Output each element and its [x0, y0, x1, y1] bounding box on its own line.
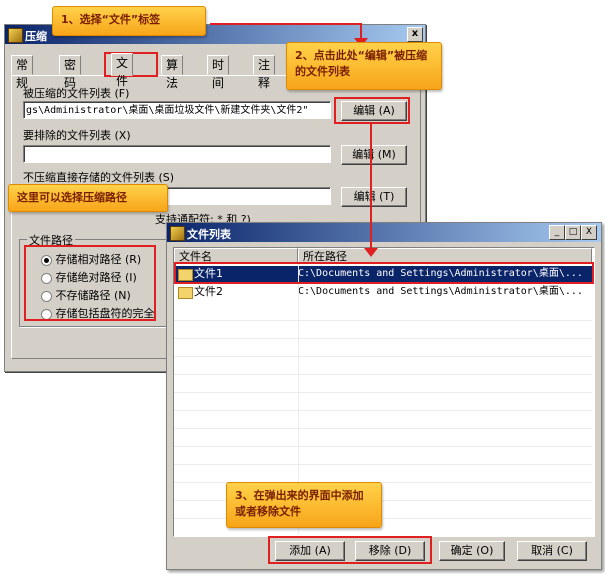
file-path: C:\Documents and Settings\Administrator\…	[298, 286, 583, 297]
grid-line	[174, 428, 592, 429]
grid-line	[174, 410, 592, 411]
callout-step1: 1、选择“文件”标签	[52, 6, 206, 36]
ok-button[interactable]: 确定 (O)	[439, 541, 505, 561]
close-button[interactable]: X	[581, 225, 597, 240]
grid-line	[174, 320, 592, 321]
minimize-icon: _	[554, 227, 560, 237]
edit-store-button[interactable]: 编辑 (T)	[341, 187, 407, 207]
highlight-selected-row	[174, 262, 594, 284]
connector-line	[370, 124, 372, 252]
tab-general[interactable]: 常规	[11, 55, 34, 90]
app-icon	[8, 28, 23, 43]
tab-password[interactable]: 密码	[59, 55, 82, 90]
store-list-label: 不压缩直接存储的文件列表 (S)	[23, 171, 175, 184]
highlight-add-remove	[268, 536, 432, 564]
exclude-list-label: 要排除的文件列表 (X)	[23, 129, 131, 142]
callout-path-tip: 这里可以选择压缩路径	[8, 184, 168, 212]
connector-line	[210, 23, 362, 25]
tab-algorithm[interactable]: 算法	[161, 55, 184, 90]
compressed-list-label: 被压缩的文件列表 (F)	[23, 87, 130, 100]
cancel-button[interactable]: 取消 (C)	[517, 541, 587, 561]
compressed-list-field[interactable]: gs\Administrator\桌面\桌面垃圾文件\新建文件夹\文件2"	[23, 101, 331, 119]
highlight-path-options	[24, 245, 156, 321]
callout-step3: 3、在弹出来的界面中添加或者移除文件	[226, 482, 382, 528]
edit-exclude-button[interactable]: 编辑 (M)	[341, 145, 407, 165]
callout-step2: 2、点击此处“编辑”被压缩的文件列表	[286, 42, 442, 90]
file-name: 文件2	[194, 285, 223, 298]
close-button[interactable]: x	[407, 27, 423, 42]
tab-comment[interactable]: 注释	[253, 55, 276, 90]
file-list-title-bar[interactable]: 文件列表 _ □ X	[167, 223, 601, 242]
grid-line	[174, 446, 592, 447]
app-icon	[170, 226, 185, 241]
grid-line	[174, 392, 592, 393]
arrow-down-icon	[364, 248, 378, 257]
grid-line	[174, 356, 592, 357]
window-title: 压缩	[25, 30, 47, 43]
highlight-edit-button	[334, 97, 410, 124]
maximize-button[interactable]: □	[565, 225, 581, 240]
maximize-icon: □	[568, 227, 578, 237]
minimize-button[interactable]: _	[549, 225, 565, 240]
tab-files[interactable]: 文件	[111, 53, 134, 88]
tab-time[interactable]: 时间	[207, 55, 230, 90]
close-icon: x	[411, 28, 419, 39]
exclude-list-field[interactable]	[23, 145, 331, 163]
close-icon: X	[585, 227, 593, 237]
folder-icon	[178, 287, 193, 299]
grid-line	[174, 338, 592, 339]
grid-line	[174, 374, 592, 375]
file-list-title: 文件列表	[187, 228, 231, 241]
grid-line	[174, 464, 592, 465]
table-row[interactable]: 文件2 C:\Documents and Settings\Administra…	[174, 284, 592, 300]
